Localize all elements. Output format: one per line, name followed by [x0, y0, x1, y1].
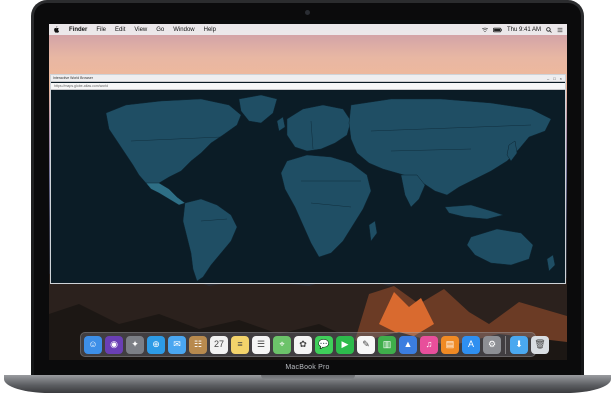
- messages-icon: 💬: [318, 339, 330, 349]
- menu-help[interactable]: Help: [204, 27, 216, 33]
- dock-app-numbers[interactable]: ▥: [378, 335, 396, 354]
- battery-icon[interactable]: [492, 27, 502, 33]
- menu-view[interactable]: View: [134, 27, 147, 33]
- launchpad-icon: ✦: [131, 339, 139, 349]
- dock-app-messages[interactable]: 💬: [315, 335, 333, 354]
- address-text[interactable]: https://maps.globe-atlas.com/world: [54, 84, 108, 88]
- reminders-icon: ☰: [256, 339, 266, 349]
- keynote-icon: ▲: [403, 339, 413, 349]
- apple-menu-icon[interactable]: [53, 26, 60, 34]
- dock-app-downloads[interactable]: ⬇: [510, 335, 528, 354]
- pages-icon: ✎: [362, 339, 370, 349]
- dock-app-system-preferences[interactable]: ⚙: [483, 335, 501, 354]
- window-controls: – □ ×: [547, 76, 565, 81]
- dock-app-mail[interactable]: ✉: [168, 335, 186, 354]
- finder-icon: ☺: [88, 339, 98, 349]
- spotlight-search-icon[interactable]: [546, 26, 552, 33]
- dock-app-launchpad[interactable]: ✦: [126, 335, 144, 354]
- trash-icon: 🗑: [534, 339, 546, 349]
- notes-icon: ≡: [237, 339, 243, 349]
- close-icon[interactable]: ×: [560, 76, 562, 81]
- menu-bar: Finder File Edit View Go Window Help Thu…: [49, 24, 567, 35]
- map-asia[interactable]: [348, 98, 552, 196]
- safari-icon: ⊕: [152, 339, 160, 349]
- map-africa[interactable]: [280, 154, 372, 258]
- dock-app-facetime[interactable]: ▶: [336, 335, 354, 354]
- photos-icon: ✿: [299, 339, 307, 349]
- calendar-icon: 27: [213, 339, 224, 349]
- dock-app-reminders[interactable]: ☰: [252, 335, 270, 354]
- menu-window[interactable]: Window: [173, 27, 194, 33]
- camera-icon: [305, 10, 310, 15]
- app-store-icon: A: [467, 339, 474, 349]
- map-indonesia[interactable]: [444, 204, 504, 220]
- dock-app-finder[interactable]: ☺: [84, 335, 102, 354]
- world-map-svg[interactable]: [51, 91, 565, 283]
- dock-app-photos[interactable]: ✿: [294, 335, 312, 354]
- map-greenland[interactable]: [238, 94, 278, 124]
- map-madagascar[interactable]: [368, 220, 378, 242]
- dock-app-contacts[interactable]: ☷: [189, 335, 207, 354]
- map-central-america[interactable]: [145, 182, 186, 206]
- clock[interactable]: Thu 9:41 AM: [507, 27, 541, 33]
- contacts-icon: ☷: [193, 339, 203, 349]
- address-bar[interactable]: https://maps.globe-atlas.com/world: [51, 83, 565, 90]
- dock-app-siri[interactable]: ◉: [105, 335, 123, 354]
- map-north-america[interactable]: [105, 98, 242, 188]
- siri-icon: ◉: [110, 339, 118, 349]
- map-australia[interactable]: [466, 228, 534, 266]
- dock-app-itunes[interactable]: ♫: [420, 335, 438, 354]
- downloads-icon: ⬇: [515, 339, 523, 349]
- dock-app-calendar[interactable]: 27: [210, 335, 228, 354]
- dock-app-app-store[interactable]: A: [462, 335, 480, 354]
- laptop-brand-label: MacBook Pro: [285, 364, 330, 371]
- dock-app-notes[interactable]: ≡: [231, 335, 249, 354]
- map-south-america[interactable]: [182, 198, 238, 282]
- status-area: Thu 9:41 AM: [481, 26, 563, 33]
- maximize-icon[interactable]: □: [553, 76, 555, 81]
- minimize-icon[interactable]: –: [547, 76, 549, 81]
- menu-edit[interactable]: Edit: [115, 27, 125, 33]
- dock-app-safari[interactable]: ⊕: [147, 335, 165, 354]
- map-new-zealand[interactable]: [546, 254, 556, 272]
- dock-app-ibooks[interactable]: ▤: [441, 335, 459, 354]
- app-window: Interactive World Browser – □ × https://…: [50, 74, 566, 284]
- screen: Finder File Edit View Go Window Help Thu…: [49, 24, 567, 360]
- dock: ☺ ◉ ✦ ⊕ ✉ ☷ 27 ≡ ☰ ⌖ ✿ 💬 ▶ ✎ ▥ ▲ ♫ ▤ A ⚙ ⬇ 🗑: [80, 332, 549, 357]
- maps-icon: ⌖: [279, 339, 285, 349]
- dock-app-maps[interactable]: ⌖: [273, 335, 291, 354]
- notification-center-icon[interactable]: [557, 27, 563, 33]
- itunes-icon: ♫: [425, 339, 433, 349]
- dock-app-keynote[interactable]: ▲: [399, 335, 417, 354]
- world-map[interactable]: [51, 91, 565, 283]
- map-uk[interactable]: [276, 116, 286, 132]
- system-preferences-icon: ⚙: [487, 339, 497, 349]
- dock-app-pages[interactable]: ✎: [357, 335, 375, 354]
- dock-app-trash[interactable]: 🗑: [531, 335, 549, 354]
- facetime-icon: ▶: [341, 339, 349, 349]
- menu-finder[interactable]: Finder: [69, 27, 87, 33]
- wifi-icon[interactable]: [481, 27, 488, 33]
- window-title: Interactive World Browser: [53, 76, 94, 80]
- laptop-notch: [261, 375, 355, 380]
- window-titlebar[interactable]: Interactive World Browser – □ ×: [51, 75, 565, 82]
- menu-file[interactable]: File: [96, 27, 106, 33]
- ibooks-icon: ▤: [445, 339, 455, 349]
- menu-go[interactable]: Go: [156, 27, 164, 33]
- map-europe[interactable]: [286, 104, 352, 152]
- mail-icon: ✉: [173, 339, 181, 349]
- dock-separator: [505, 335, 506, 354]
- numbers-icon: ▥: [382, 339, 392, 349]
